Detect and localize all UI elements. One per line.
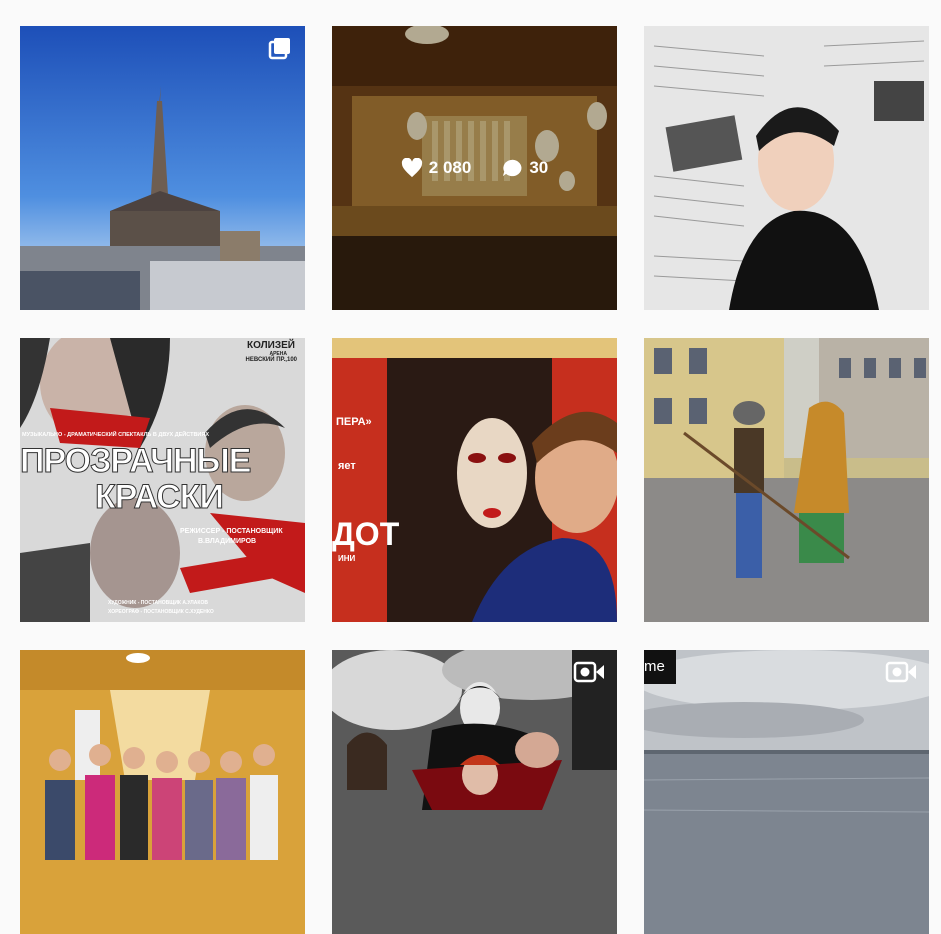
post-image <box>332 650 617 934</box>
poster-sign-line2: яет <box>338 460 356 472</box>
post-image <box>644 650 929 934</box>
likes-count: 2 080 <box>428 158 472 177</box>
post-image <box>20 26 305 310</box>
poster-sign-line3: ИНИ <box>338 554 356 563</box>
poster-credit-designer: ХУДОЖНИК - ПОСТАНОВЩИК А.УЛАКОВ <box>108 600 208 606</box>
post-image <box>644 338 929 622</box>
post-tile[interactable] <box>20 650 305 934</box>
poster-title-line1: ПРОЗРАЧНЫЕ <box>20 442 252 481</box>
hover-stats-overlay: 2 080 30 <box>332 26 617 310</box>
poster-director: В.ВЛАДИМИРОВ <box>198 538 257 545</box>
post-image <box>644 26 929 310</box>
comments-stat: 30 <box>501 158 548 178</box>
gallery-icon <box>268 38 290 60</box>
poster-title-line2: КРАСКИ <box>95 478 225 517</box>
poster-address: НЕВСКИЙ ПР.,100 <box>245 357 298 363</box>
comment-icon <box>503 159 522 177</box>
poster-arena: КОЛИЗЕЙ <box>247 340 295 351</box>
corner-label: me <box>644 658 665 675</box>
post-tile[interactable] <box>644 338 929 622</box>
posts-grid: 2 080 30 КОЛИЗЕЙ АРЕНА НЕВСКИЙ ПР.,100 М… <box>20 26 929 934</box>
video-icon <box>573 661 604 683</box>
poster-tagline: МУЗЫКАЛЬНО - ДРАМАТИЧЕСКИЙ СПЕКТАКЛЬ В Д… <box>22 432 209 438</box>
video-icon <box>885 661 916 683</box>
post-tile[interactable]: КОЛИЗЕЙ АРЕНА НЕВСКИЙ ПР.,100 МУЗЫКАЛЬНО… <box>20 338 305 622</box>
post-image <box>20 650 305 934</box>
comments-count: 30 <box>529 158 549 177</box>
post-tile[interactable]: ПЕРА» яет ДОТ ИНИ <box>332 338 617 622</box>
poster-sign-big: ДОТ <box>332 516 400 552</box>
post-image <box>332 338 617 622</box>
post-tile[interactable]: 2 080 30 <box>332 26 617 310</box>
post-tile[interactable] <box>644 26 929 310</box>
post-tile[interactable]: me <box>644 650 929 934</box>
post-tile[interactable] <box>332 650 617 934</box>
heart-icon <box>401 158 422 178</box>
poster-sign-line1: ПЕРА» <box>336 416 372 428</box>
poster-credit-choreographer: ХОРЕОГРАФ - ПОСТАНОВЩИК С.ХУДЕНКО <box>108 609 214 615</box>
poster-director-label: РЕЖИССЕР - ПОСТАНОВЩИК <box>180 528 283 535</box>
likes-stat: 2 080 <box>401 158 472 178</box>
post-tile[interactable] <box>20 26 305 310</box>
